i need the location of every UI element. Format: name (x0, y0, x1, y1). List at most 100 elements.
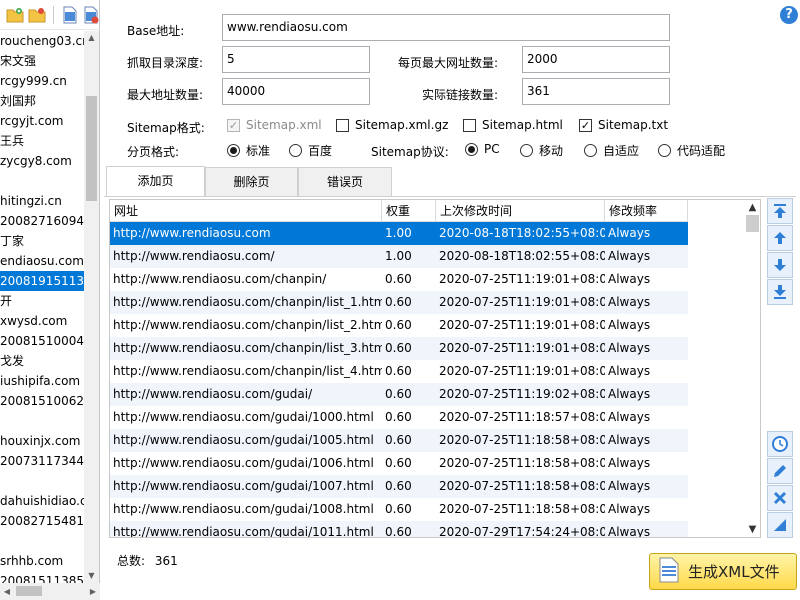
list-item[interactable]: srhhb.com (0, 551, 84, 571)
list-item[interactable]: zycgy8.com (0, 151, 84, 171)
table-row[interactable]: http://www.rendiaosu.com/1.00 2020-08-18T… (110, 245, 688, 268)
format-checkbox[interactable]: ✓ Sitemap.xml (227, 118, 322, 132)
protocol-radio[interactable]: PC (465, 142, 500, 156)
corner-icon[interactable] (767, 512, 793, 538)
folder-open-icon[interactable] (28, 6, 46, 24)
list-item[interactable]: 200827154817 (0, 511, 84, 531)
paging-radio[interactable]: 百度 (289, 142, 332, 159)
move-top-icon[interactable] (767, 198, 793, 224)
tab-3[interactable]: 错误页 (298, 167, 392, 196)
scroll-thumb[interactable] (86, 96, 97, 201)
list-item[interactable]: hitingzi.cn (0, 191, 84, 211)
format-checkbox[interactable]: ✓ Sitemap.txt (579, 118, 668, 132)
column-header[interactable]: 修改频率 (605, 200, 688, 222)
delete-icon[interactable] (767, 485, 793, 511)
list-item[interactable] (0, 171, 84, 191)
scroll-down-arrow-icon[interactable]: ▼ (84, 569, 99, 583)
table-row[interactable]: http://www.rendiaosu.com/chanpin/list_3.… (110, 337, 688, 360)
tab-1[interactable]: 添加页 (106, 166, 205, 197)
scroll-thumb[interactable] (746, 215, 759, 232)
scroll-left-arrow-icon[interactable]: ◀ (0, 583, 14, 600)
radio-button[interactable] (289, 144, 302, 157)
list-item[interactable]: 200731173444 (0, 451, 84, 471)
format-checkbox[interactable]: Sitemap.xml.gz (336, 118, 448, 132)
list-item[interactable]: rcgyjt.com (0, 111, 84, 131)
per-page-max-input[interactable]: 2000 (522, 46, 670, 73)
document-icon[interactable] (61, 6, 79, 24)
column-header[interactable]: 权重 (382, 200, 436, 222)
table-row[interactable]: http://www.rendiaosu.com/gudai/1006.html… (110, 452, 688, 475)
list-item[interactable]: iushipifa.com (0, 371, 84, 391)
checkbox-box[interactable]: ✓ (579, 118, 592, 132)
folder-add-icon[interactable] (6, 6, 24, 24)
list-item[interactable]: 开 (0, 291, 84, 311)
table-row[interactable]: http://www.rendiaosu.com/gudai/0.60 2020-… (110, 383, 688, 406)
list-item[interactable] (0, 531, 84, 551)
move-up-icon[interactable] (767, 225, 793, 251)
radio-button[interactable] (227, 144, 240, 157)
list-item[interactable] (0, 411, 84, 431)
table-vertical-scrollbar[interactable]: ▲ ▼ (745, 200, 760, 537)
table-row[interactable]: http://www.rendiaosu.com/chanpin/list_2.… (110, 314, 688, 337)
table-row[interactable]: http://www.rendiaosu.com/gudai/1000.html… (110, 406, 688, 429)
list-item[interactable]: 戈发 (0, 351, 84, 371)
max-address-input[interactable]: 40000 (222, 78, 370, 105)
table-row[interactable]: http://www.rendiaosu.com/gudai/1011.html… (110, 521, 688, 537)
site-list[interactable]: roucheng03.cn 宋文强 rcgy999.cn 刘国邦 rcgyjt.com 王… (0, 31, 84, 583)
document-delete-icon[interactable] (82, 6, 100, 24)
table-row[interactable]: http://www.rendiaosu.com/gudai/1005.html… (110, 429, 688, 452)
left-horizontal-scrollbar[interactable]: ◀ ▶ (0, 583, 100, 600)
list-item[interactable]: houxinjx.com (0, 431, 84, 451)
left-vertical-scrollbar[interactable]: ▲ ▼ (84, 31, 99, 583)
radio-button[interactable] (465, 142, 478, 156)
clock-icon[interactable] (767, 431, 793, 457)
checkbox-box[interactable] (336, 118, 349, 132)
protocol-radio[interactable]: 移动 (520, 142, 563, 159)
scroll-up-arrow-icon[interactable]: ▲ (745, 200, 760, 215)
list-item[interactable]: 丁家 (0, 231, 84, 251)
list-item[interactable]: 200815113854 (0, 571, 84, 583)
protocol-radio[interactable]: 代码适配 (658, 142, 725, 159)
move-down-icon[interactable] (767, 252, 793, 278)
column-header[interactable]: 网址 (110, 200, 382, 222)
radio-button[interactable] (520, 144, 533, 157)
column-header[interactable]: 上次修改时间 (436, 200, 605, 222)
paging-radio[interactable]: 标准 (227, 142, 270, 159)
list-item[interactable]: rcgy999.cn (0, 71, 84, 91)
list-item[interactable]: 宋文强 (0, 51, 84, 71)
base-address-input[interactable]: www.rendiaosu.com (222, 14, 670, 41)
move-bottom-icon[interactable] (767, 279, 793, 305)
table-row[interactable]: http://www.rendiaosu.com/gudai/1007.html… (110, 475, 688, 498)
checkbox-box[interactable]: ✓ (227, 118, 240, 132)
crawl-depth-input[interactable]: 5 (222, 46, 370, 73)
list-item[interactable]: roucheng03.cn (0, 31, 84, 51)
help-icon[interactable]: ? (780, 6, 798, 24)
edit-icon[interactable] (767, 458, 793, 484)
horizontal-scroll-thumb[interactable] (16, 586, 42, 596)
scroll-down-arrow-icon[interactable]: ▼ (745, 522, 760, 537)
list-item[interactable]: 200815100629 (0, 391, 84, 411)
radio-button[interactable] (584, 144, 597, 157)
list-item[interactable]: xwysd.com (0, 311, 84, 331)
list-item[interactable] (0, 471, 84, 491)
protocol-radio[interactable]: 自适应 (584, 142, 639, 159)
format-checkbox[interactable]: Sitemap.html (463, 118, 563, 132)
list-item[interactable]: endiaosu.com (0, 251, 84, 271)
table-row[interactable]: http://www.rendiaosu.com 1.00 2020-08-18T1… (110, 222, 688, 245)
tab-2[interactable]: 删除页 (205, 167, 298, 196)
table-row[interactable]: http://www.rendiaosu.com/chanpin/0.60 202… (110, 268, 688, 291)
list-item[interactable]: 刘国邦 (0, 91, 84, 111)
scroll-right-arrow-icon[interactable]: ▶ (86, 583, 100, 600)
scroll-up-arrow-icon[interactable]: ▲ (84, 31, 99, 45)
list-item[interactable]: 王兵 (0, 131, 84, 151)
list-item[interactable]: dahuishidiao.cc (0, 491, 84, 511)
checkbox-box[interactable] (463, 118, 476, 132)
generate-xml-button[interactable]: 生成XML文件 (649, 553, 797, 590)
list-item[interactable]: 200827160943 (0, 211, 84, 231)
table-row[interactable]: http://www.rendiaosu.com/gudai/1008.html… (110, 498, 688, 521)
actual-links-input[interactable]: 361 (522, 78, 670, 105)
radio-button[interactable] (658, 144, 671, 157)
list-item[interactable]: 200815100041 (0, 331, 84, 351)
list-item[interactable]: 200819151137 (0, 271, 84, 291)
table-row[interactable]: http://www.rendiaosu.com/chanpin/list_4.… (110, 360, 688, 383)
